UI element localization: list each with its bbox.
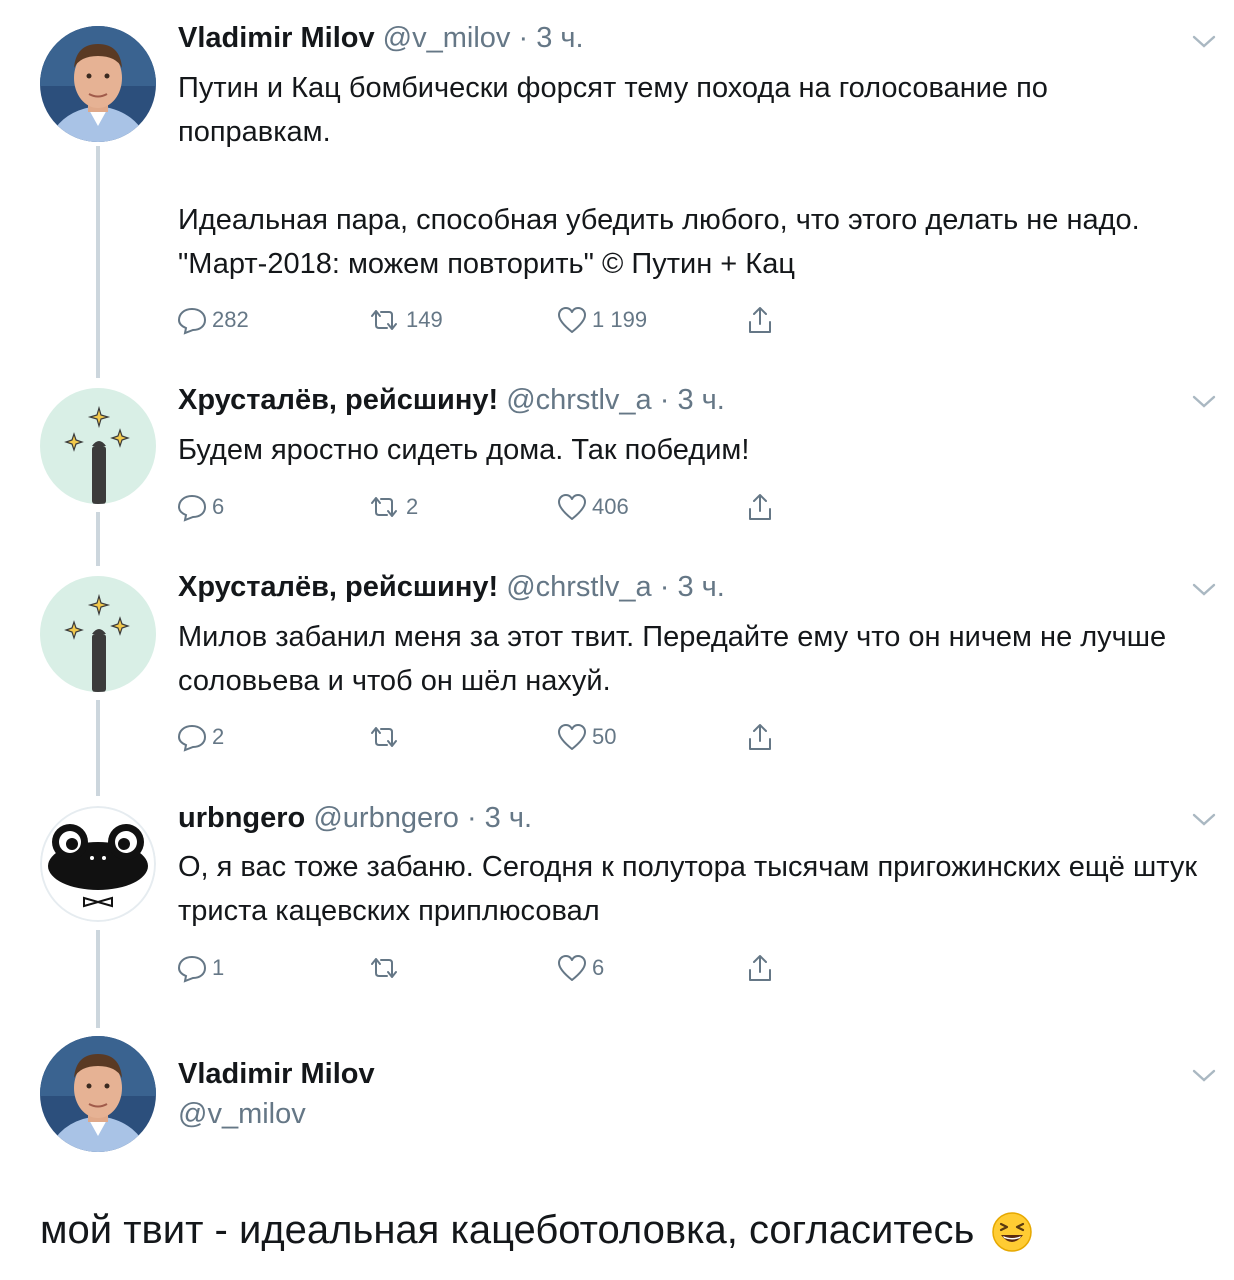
caption-text: мой твит - идеальная кацеботоловка, согл…	[40, 1208, 975, 1252]
like-count: 50	[592, 724, 617, 749]
author-handle[interactable]: @v_milov	[383, 22, 511, 54]
like-count: 406	[592, 494, 629, 519]
share-icon	[749, 724, 771, 750]
magic-wand-icon	[40, 388, 156, 504]
share-icon	[749, 955, 771, 981]
author-handle[interactable]: @chrstlv_a	[506, 571, 651, 603]
thread-line	[96, 146, 100, 378]
person-photo-icon	[40, 1036, 156, 1152]
share-icon	[749, 494, 771, 520]
separator-dot: ·	[466, 802, 477, 834]
reply-button[interactable]: 6	[176, 489, 224, 525]
heart-icon	[558, 307, 586, 333]
chevron-down-icon[interactable]	[1190, 810, 1218, 830]
tweet-text: Путин и Кац бомбически форсят тему поход…	[178, 72, 1140, 280]
separator-dot: ·	[518, 22, 529, 54]
share-button[interactable]	[744, 719, 776, 755]
reply-count: 282	[212, 307, 249, 332]
timestamp[interactable]: 3 ч.	[677, 571, 724, 603]
share-button[interactable]	[744, 950, 776, 986]
person-photo-icon	[40, 26, 156, 142]
thread-line	[96, 700, 100, 796]
author-name[interactable]: urbngero	[178, 802, 305, 834]
thread-line	[96, 930, 100, 1028]
like-button[interactable]: 50	[556, 719, 616, 755]
like-button[interactable]: 1 199	[556, 302, 647, 338]
author-handle-text: @v_milov	[178, 1098, 306, 1130]
like-count: 6	[592, 955, 605, 980]
timestamp[interactable]: 3 ч.	[677, 384, 724, 416]
grinning-squinting-face-icon	[992, 1212, 1033, 1253]
author-name-text: Vladimir Milov	[178, 1058, 375, 1090]
chevron-down-icon[interactable]	[1190, 580, 1218, 600]
avatar[interactable]	[40, 576, 156, 692]
frog-face-icon	[40, 806, 156, 922]
share-button[interactable]	[744, 489, 776, 525]
timestamp[interactable]: 3 ч.	[485, 802, 532, 834]
author-name[interactable]: Vladimir Milov	[178, 1058, 375, 1091]
reply-count: 6	[212, 494, 225, 519]
reply-button[interactable]: 2	[176, 719, 224, 755]
chevron-down-icon[interactable]	[1190, 1066, 1218, 1086]
avatar[interactable]	[40, 806, 156, 922]
author-handle[interactable]: @v_milov	[178, 1098, 306, 1131]
tweet-actions: 6 2 406	[176, 489, 816, 525]
author-name[interactable]: Хрусталёв, рейсшину!	[178, 571, 498, 603]
tweet-text: О, я вас тоже забаню. Сегодня к полутора…	[178, 851, 1206, 927]
avatar[interactable]	[40, 1036, 156, 1152]
reply-count: 1	[212, 955, 225, 980]
timestamp[interactable]: 3 ч.	[536, 22, 583, 54]
reply-button[interactable]: 1	[176, 950, 224, 986]
reply-icon	[177, 494, 207, 522]
heart-icon	[558, 955, 586, 981]
thread-line	[96, 512, 100, 566]
retweet-button[interactable]: 2	[366, 489, 418, 525]
share-button[interactable]	[744, 302, 776, 338]
reply-button[interactable]: 282	[176, 302, 249, 338]
tweet-header: urbngero @urbngero · 3 ч.	[178, 802, 532, 835]
tweet-actions: 2 50	[176, 719, 816, 755]
retweet-button[interactable]	[366, 950, 406, 986]
like-button[interactable]: 406	[556, 489, 629, 525]
like-button[interactable]: 6	[556, 950, 604, 986]
like-count: 1 199	[592, 307, 648, 332]
tweet-actions: 282 149 1 199	[176, 302, 816, 338]
avatar[interactable]	[40, 388, 156, 504]
retweet-count: 2	[406, 494, 419, 519]
retweet-icon	[371, 310, 397, 330]
retweet-icon	[371, 497, 397, 517]
author-name[interactable]: Vladimir Milov	[178, 22, 375, 54]
chevron-down-icon[interactable]	[1190, 32, 1218, 52]
tweet-text: Милов забанил меня за этот твит. Передай…	[178, 621, 1175, 697]
chevron-down-icon[interactable]	[1190, 392, 1218, 412]
author-handle[interactable]: @chrstlv_a	[506, 384, 651, 416]
tweet-text: Будем яростно сидеть дома. Так победим!	[178, 434, 750, 466]
retweet-icon	[371, 958, 397, 978]
heart-icon	[558, 494, 586, 520]
reply-count: 2	[212, 724, 225, 749]
tweet-header: Хрусталёв, рейсшину! @chrstlv_a · 3 ч.	[178, 384, 725, 417]
magic-wand-icon	[40, 576, 156, 692]
tweet-header: Хрусталёв, рейсшину! @chrstlv_a · 3 ч.	[178, 571, 725, 604]
tweet-actions: 1 6	[176, 950, 816, 986]
separator-dot: ·	[659, 571, 670, 603]
retweet-icon	[371, 727, 397, 747]
author-handle[interactable]: @urbngero	[313, 802, 459, 834]
share-icon	[749, 307, 771, 333]
retweet-button[interactable]: 149	[366, 302, 443, 338]
reply-icon	[177, 724, 207, 752]
author-name[interactable]: Хрусталёв, рейсшину!	[178, 384, 498, 416]
heart-icon	[558, 724, 586, 750]
retweet-button[interactable]	[366, 719, 406, 755]
avatar[interactable]	[40, 26, 156, 142]
reply-icon	[177, 307, 207, 335]
reply-icon	[177, 955, 207, 983]
caption: мой твит - идеальная кацеботоловка, согл…	[40, 1208, 1033, 1253]
separator-dot: ·	[659, 384, 670, 416]
tweet-header: Vladimir Milov @v_milov · 3 ч.	[178, 22, 584, 55]
retweet-count: 149	[406, 307, 443, 332]
